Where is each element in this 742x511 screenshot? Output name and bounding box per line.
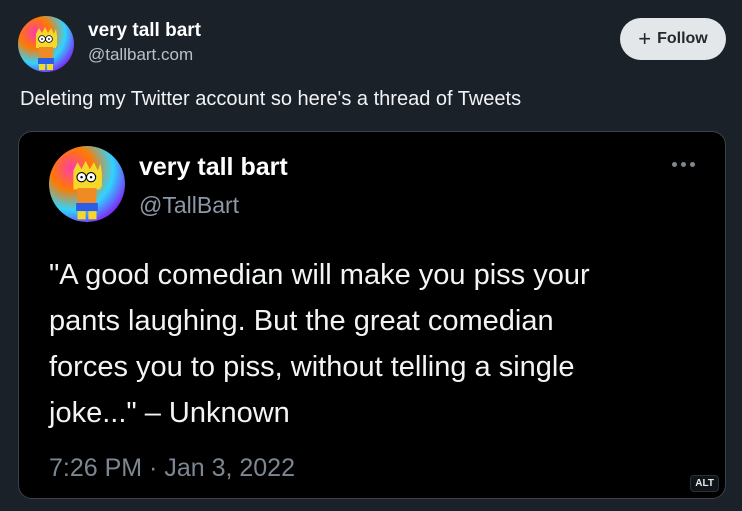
- author-name[interactable]: very tall bart: [88, 20, 201, 42]
- embed-author-name: very tall bart: [139, 153, 288, 181]
- embed-author-avatar: [49, 146, 125, 222]
- quote-line: forces you to piss, without telling a si…: [49, 351, 575, 383]
- follow-button[interactable]: + Follow: [620, 18, 726, 60]
- quote-line: "A good comedian will make you piss your: [49, 259, 590, 291]
- quote-line: pants laughing. But the great comedian: [49, 305, 554, 337]
- bart-avatar-image: [36, 27, 57, 70]
- plus-icon: +: [638, 26, 652, 51]
- post-author: very tall bart @tallbart.com: [88, 20, 201, 66]
- embedded-tweet-image[interactable]: very tall bart @TallBart "A good comedia…: [18, 131, 726, 499]
- embed-author: very tall bart @TallBart: [139, 152, 288, 220]
- follow-label: Follow: [657, 30, 708, 47]
- alt-badge[interactable]: ALT: [690, 475, 719, 492]
- more-horizontal-icon: [672, 162, 695, 167]
- quote-text: "A good comedian will make you piss your…: [49, 252, 689, 436]
- quote-line: joke..." – Unknown: [49, 397, 290, 429]
- post-header: very tall bart @tallbart.com: [18, 16, 201, 72]
- post-text: Deleting my Twitter account so here's a …: [20, 88, 522, 110]
- author-avatar[interactable]: [18, 16, 74, 72]
- embed-author-handle: @TallBart: [139, 192, 240, 218]
- bart-avatar-image: [73, 160, 102, 220]
- author-handle[interactable]: @tallbart.com: [88, 44, 201, 66]
- tweet-timestamp: 7:26 PM · Jan 3, 2022: [49, 454, 295, 482]
